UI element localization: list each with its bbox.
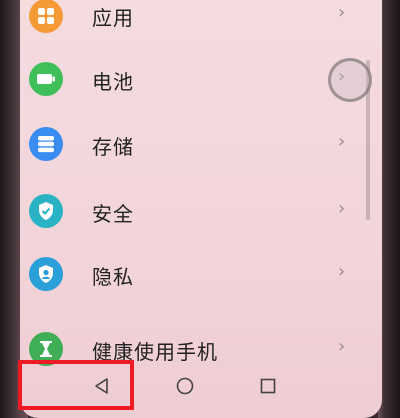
highlight-box-back-button — [18, 360, 134, 410]
settings-item-label: 应用 — [92, 6, 134, 30]
settings-item-storage[interactable]: 存储 › — [20, 115, 382, 175]
settings-item-label: 电池 — [92, 70, 134, 94]
privacy-icon — [29, 257, 63, 291]
settings-item-label: 存储 — [92, 135, 134, 159]
battery-icon — [29, 62, 63, 96]
settings-screen: 应用 › 电池 › 存储 › 安全 › 隐私 › 健康使用手机 › — [20, 0, 382, 418]
settings-item-apps[interactable]: 应用 › — [20, 0, 382, 46]
chevron-right-icon: › — [338, 198, 346, 219]
settings-item-label: 隐私 — [92, 265, 134, 289]
touch-indicator — [328, 58, 372, 102]
home-circle-icon[interactable] — [175, 376, 195, 400]
recents-square-icon[interactable] — [258, 376, 278, 400]
chevron-right-icon: › — [338, 261, 346, 282]
settings-item-privacy[interactable]: 隐私 › — [20, 245, 382, 305]
chevron-right-icon: › — [338, 336, 346, 357]
apps-grid-icon — [29, 0, 63, 33]
settings-item-label: 安全 — [92, 202, 134, 226]
settings-item-security[interactable]: 安全 › — [20, 182, 382, 242]
security-shield-icon — [29, 194, 63, 228]
storage-icon — [29, 127, 63, 161]
chevron-right-icon: › — [338, 2, 346, 23]
chevron-right-icon: › — [338, 131, 346, 152]
